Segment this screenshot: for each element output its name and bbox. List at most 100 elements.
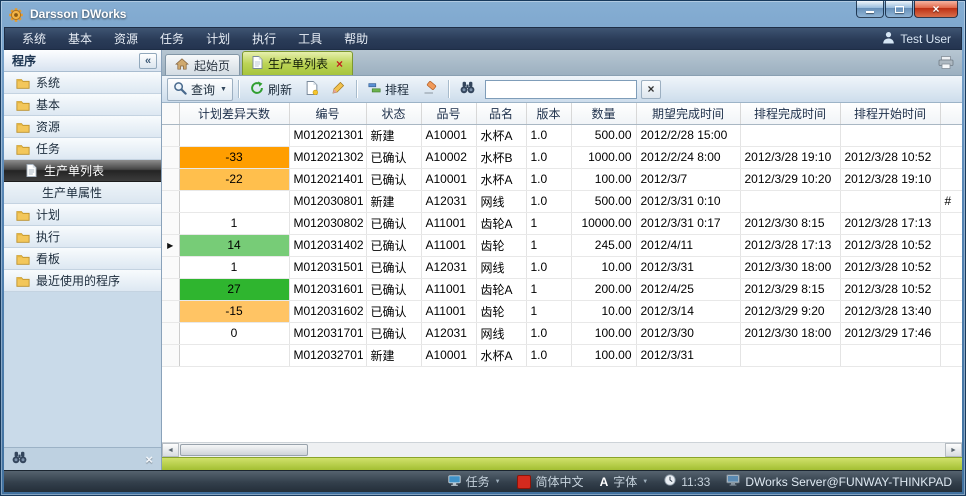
ime-item[interactable]: 简体中文 bbox=[517, 473, 584, 490]
row-indicator bbox=[162, 322, 179, 344]
user-info[interactable]: Test User bbox=[882, 31, 955, 47]
grid-header-row: 计划差异天数编号状态品号品名版本数量期望完成时间排程完成时间排程开始时间 bbox=[162, 103, 962, 124]
title-bar[interactable]: Darsson DWorks × bbox=[4, 1, 962, 27]
scroll-right-button[interactable]: ► bbox=[945, 443, 962, 457]
table-row[interactable]: 1M012031501已确认A12031网线1.010.002012/3/312… bbox=[162, 256, 962, 278]
table-row[interactable]: 27M012031601已确认A11001齿轮A1200.002012/4/25… bbox=[162, 278, 962, 300]
sidebar-item-resource[interactable]: 资源 bbox=[4, 116, 161, 138]
query-button[interactable]: 查询 ▼ bbox=[167, 78, 233, 101]
cell-item_name: 齿轮 bbox=[476, 234, 526, 256]
scrollbar-thumb[interactable] bbox=[180, 444, 308, 456]
column-header-status[interactable]: 状态 bbox=[366, 103, 421, 124]
refresh-label: 刷新 bbox=[268, 81, 292, 98]
font-item[interactable]: A 字体 ▼ bbox=[600, 473, 649, 490]
cell-code: M012031601 bbox=[289, 278, 366, 300]
schedule-label: 排程 bbox=[385, 81, 409, 98]
cell-item_name: 水杯A bbox=[476, 168, 526, 190]
sidebar-item-execute[interactable]: 执行 bbox=[4, 226, 161, 248]
minimize-button[interactable] bbox=[856, 1, 884, 18]
sidebar-item-basic[interactable]: 基本 bbox=[4, 94, 161, 116]
horizontal-scrollbar[interactable]: ◄ ► bbox=[162, 442, 962, 457]
sidebar-item-recent-programs[interactable]: 最近使用的程序 bbox=[4, 270, 161, 292]
refresh-button[interactable]: 刷新 bbox=[244, 78, 298, 101]
cell-qty: 245.00 bbox=[571, 234, 636, 256]
server-icon bbox=[726, 474, 740, 489]
cell-item_no: A12031 bbox=[421, 322, 476, 344]
menu-item-help[interactable]: 帮助 bbox=[333, 27, 379, 50]
row-indicator bbox=[162, 124, 179, 146]
cell-qty: 500.00 bbox=[571, 190, 636, 212]
cell-sched_start bbox=[840, 344, 940, 366]
table-row[interactable]: -22M012021401已确认A10001水杯A1.0100.002012/3… bbox=[162, 168, 962, 190]
binoculars-icon[interactable] bbox=[12, 451, 27, 467]
sidebar-item-label: 看板 bbox=[36, 250, 60, 267]
table-row[interactable]: M012032701新建A10001水杯A1.0100.002012/3/31 bbox=[162, 344, 962, 366]
cell-sched_start bbox=[840, 190, 940, 212]
table-row[interactable]: 1M012030802已确认A11001齿轮A110000.002012/3/3… bbox=[162, 212, 962, 234]
cell-due: 2012/3/14 bbox=[636, 300, 740, 322]
cell-due: 2012/3/31 bbox=[636, 344, 740, 366]
menu-item-task[interactable]: 任务 bbox=[149, 27, 195, 50]
column-header-sched_start[interactable]: 排程开始时间 bbox=[840, 103, 940, 124]
toolbar-search-input[interactable] bbox=[485, 80, 637, 99]
pencil-icon bbox=[332, 81, 345, 97]
menu-item-basic[interactable]: 基本 bbox=[57, 27, 103, 50]
column-header-qty[interactable]: 数量 bbox=[571, 103, 636, 124]
cell-extra bbox=[940, 256, 962, 278]
tab-close-icon[interactable]: × bbox=[336, 58, 343, 70]
table-row[interactable]: ▶14M012031402已确认A11001齿轮1245.002012/4/11… bbox=[162, 234, 962, 256]
new-button[interactable] bbox=[300, 78, 324, 101]
cell-diff bbox=[179, 190, 289, 212]
sidebar-item-production-order-list[interactable]: 生产单列表 bbox=[4, 160, 161, 182]
edit-button[interactable] bbox=[326, 78, 351, 100]
column-header-item_no[interactable]: 品号 bbox=[421, 103, 476, 124]
table-row[interactable]: M012021301新建A10001水杯A1.0500.002012/2/28 … bbox=[162, 124, 962, 146]
maximize-button[interactable] bbox=[885, 1, 913, 18]
sidebar-empty-space bbox=[4, 292, 161, 447]
menu-item-resource[interactable]: 资源 bbox=[103, 27, 149, 50]
menu-item-tools[interactable]: 工具 bbox=[287, 27, 333, 50]
close-button[interactable]: × bbox=[914, 1, 958, 18]
column-header-item_name[interactable]: 品名 bbox=[476, 103, 526, 124]
task-status-item[interactable]: 任务 ▼ bbox=[448, 473, 501, 490]
clear-search-button[interactable]: × bbox=[641, 80, 661, 99]
column-header-version[interactable]: 版本 bbox=[526, 103, 571, 124]
menu-item-execute[interactable]: 执行 bbox=[241, 27, 287, 50]
collapse-sidebar-button[interactable]: « bbox=[139, 53, 157, 69]
sidebar-item-system[interactable]: 系统 bbox=[4, 72, 161, 94]
find-button[interactable] bbox=[454, 78, 481, 100]
printer-icon[interactable] bbox=[938, 56, 954, 69]
column-header-sched_end[interactable]: 排程完成时间 bbox=[740, 103, 840, 124]
sidebar-item-board[interactable]: 看板 bbox=[4, 248, 161, 270]
sidebar-item-task[interactable]: 任务 bbox=[4, 138, 161, 160]
cell-code: M012030802 bbox=[289, 212, 366, 234]
tab-home[interactable]: 起始页 bbox=[165, 54, 240, 75]
menu-item-system[interactable]: 系统 bbox=[11, 27, 57, 50]
toolbar-separator bbox=[356, 80, 357, 98]
cell-qty: 10.00 bbox=[571, 256, 636, 278]
font-label: 字体 bbox=[613, 473, 637, 490]
column-header-code[interactable]: 编号 bbox=[289, 103, 366, 124]
folder-icon bbox=[16, 121, 30, 133]
table-row[interactable]: -33M012021302已确认A10002水杯B1.01000.002012/… bbox=[162, 146, 962, 168]
column-header-diff[interactable]: 计划差异天数 bbox=[179, 103, 289, 124]
table-row[interactable]: 0M012031701已确认A12031网线1.0100.002012/3/30… bbox=[162, 322, 962, 344]
binoculars-icon bbox=[460, 81, 475, 97]
sidebar-item-production-order-props[interactable]: 生产单属性 bbox=[4, 182, 161, 204]
column-header-due[interactable]: 期望完成时间 bbox=[636, 103, 740, 124]
font-icon: A bbox=[600, 475, 609, 489]
clear-plan-button[interactable] bbox=[417, 78, 443, 100]
cell-version: 1.0 bbox=[526, 168, 571, 190]
sidebar-item-plan[interactable]: 计划 bbox=[4, 204, 161, 226]
sidebar-search-clear-icon[interactable]: × bbox=[145, 452, 153, 467]
cell-extra bbox=[940, 300, 962, 322]
tab-production-order-list[interactable]: 生产单列表 × bbox=[242, 51, 353, 75]
table-row[interactable]: M012030801新建A12031网线1.0500.002012/3/31 0… bbox=[162, 190, 962, 212]
cell-sched_start: 2012/3/28 10:52 bbox=[840, 146, 940, 168]
cell-version: 1 bbox=[526, 300, 571, 322]
scroll-left-button[interactable]: ◄ bbox=[162, 443, 179, 457]
schedule-button[interactable]: 排程 bbox=[362, 78, 415, 101]
column-header-extra[interactable] bbox=[940, 103, 962, 124]
menu-item-plan[interactable]: 计划 bbox=[195, 27, 241, 50]
table-row[interactable]: -15M012031602已确认A11001齿轮110.002012/3/142… bbox=[162, 300, 962, 322]
